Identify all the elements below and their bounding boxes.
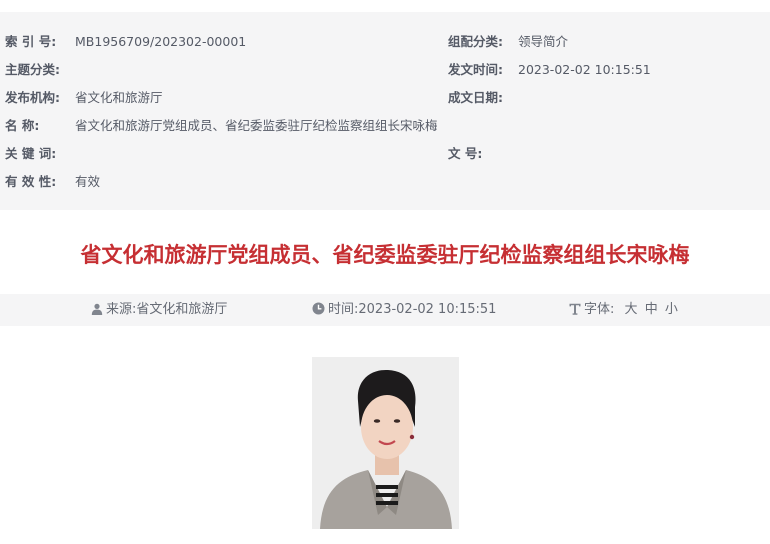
user-icon xyxy=(91,303,103,315)
meta-keywords-label: 关 键 词: xyxy=(5,146,57,161)
article-time-text: 时间:2023-02-02 10:15:51 xyxy=(328,302,497,317)
meta-topic-label: 主题分类: xyxy=(5,62,60,77)
meta-keywords: 关 键 词: xyxy=(5,144,425,164)
article-title: 省文化和旅游厅党组成员、省纪委监委驻厅纪检监察组组长宋咏梅 xyxy=(80,243,690,267)
meta-doc-number-label: 文 号: xyxy=(448,146,483,161)
meta-category: 组配分类: 领导简介 xyxy=(448,32,758,52)
meta-category-label: 组配分类: xyxy=(448,34,503,49)
font-size-control: 字体: 大 中 小 xyxy=(569,301,678,319)
meta-index-label: 索 引 号: xyxy=(5,34,57,49)
meta-publish-time-label: 发文时间: xyxy=(448,62,503,77)
metadata-panel: 索 引 号: MB1956709/202302-00001 组配分类: 领导简介… xyxy=(0,12,770,210)
meta-category-value: 领导简介 xyxy=(518,34,569,49)
meta-name-label: 名 称: xyxy=(5,118,40,133)
font-size-small-button[interactable]: 小 xyxy=(665,302,678,317)
meta-validity: 有 效 性: 有效 xyxy=(5,172,425,192)
meta-created-date-label: 成文日期: xyxy=(448,90,503,105)
meta-name: 名 称: 省文化和旅游厅党组成员、省纪委监委驻厅纪检监察组组长宋咏梅 xyxy=(5,116,565,136)
article-info-bar: 来源:省文化和旅游厅 时间:2023-02-02 10:15:51 字体: 大 … xyxy=(0,294,770,326)
clock-icon xyxy=(312,302,325,315)
meta-doc-number: 文 号: xyxy=(448,144,758,164)
font-size-large-button[interactable]: 大 xyxy=(625,302,638,317)
meta-index-value: MB1956709/202302-00001 xyxy=(75,34,247,49)
meta-publisher-value: 省文化和旅游厅 xyxy=(75,90,163,105)
meta-validity-label: 有 效 性: xyxy=(5,174,57,189)
meta-index: 索 引 号: MB1956709/202302-00001 xyxy=(5,32,425,52)
meta-topic: 主题分类: xyxy=(5,60,425,80)
article-source: 来源:省文化和旅游厅 xyxy=(91,301,227,319)
meta-publish-time: 发文时间: 2023-02-02 10:15:51 xyxy=(448,60,758,80)
article-source-text: 来源:省文化和旅游厅 xyxy=(106,302,228,317)
meta-validity-value: 有效 xyxy=(75,174,101,189)
portrait-illustration xyxy=(312,357,459,529)
meta-publish-time-value: 2023-02-02 10:15:51 xyxy=(518,62,651,77)
portrait-photo xyxy=(312,357,459,529)
article-time: 时间:2023-02-02 10:15:51 xyxy=(312,301,496,319)
meta-publisher: 发布机构: 省文化和旅游厅 xyxy=(5,88,425,108)
meta-created-date: 成文日期: xyxy=(448,88,758,108)
font-size-medium-button[interactable]: 中 xyxy=(645,302,658,317)
meta-name-value: 省文化和旅游厅党组成员、省纪委监委驻厅纪检监察组组长宋咏梅 xyxy=(75,118,438,133)
font-size-label: 字体: xyxy=(584,302,615,317)
font-size-icon xyxy=(569,303,581,315)
meta-publisher-label: 发布机构: xyxy=(5,90,60,105)
